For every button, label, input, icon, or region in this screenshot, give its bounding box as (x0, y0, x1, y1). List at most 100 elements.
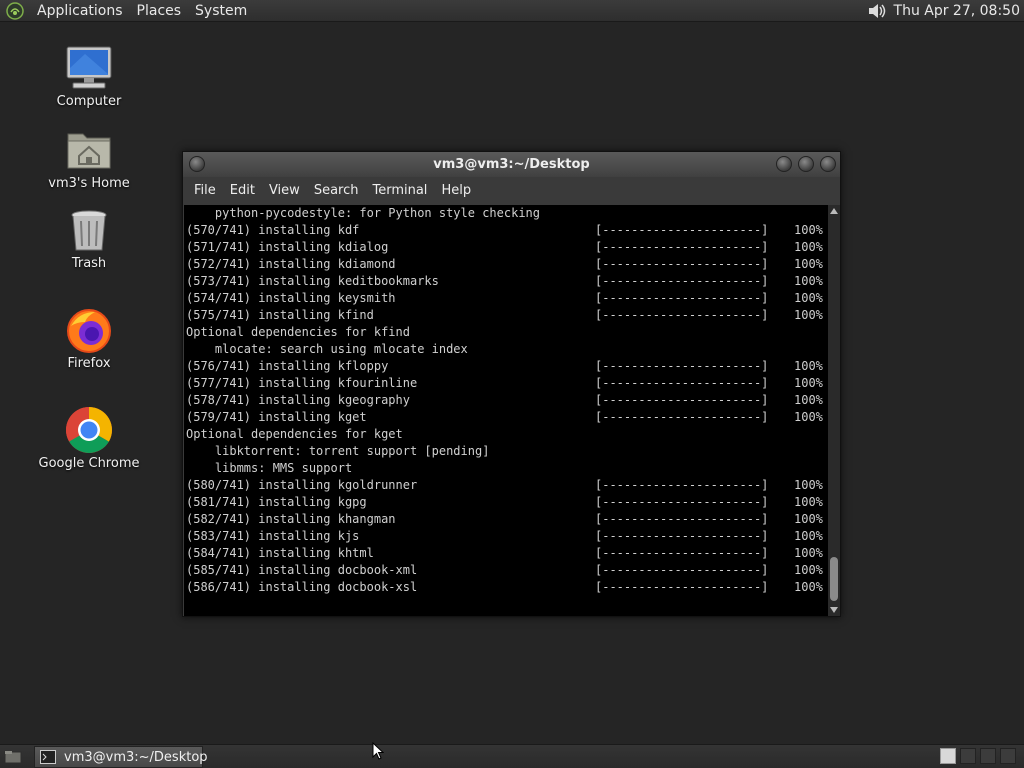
terminal-line: (571/741) installing kdialog [-----------… (186, 239, 828, 256)
terminal-line-text: (584/741) installing khtml (186, 546, 374, 560)
progress-percent: 100% (794, 546, 823, 560)
desktop-icon-label: vm3's Home (48, 176, 130, 191)
progress-bar-text: [----------------------] (595, 478, 769, 492)
terminal-output[interactable]: python-pycodestyle: for Python style che… (184, 205, 828, 616)
terminal-line: python-pycodestyle: for Python style che… (186, 205, 828, 222)
terminal-window[interactable]: vm3@vm3:~/Desktop File Edit View Search … (182, 151, 841, 617)
desktop-icon-trash[interactable]: Trash (29, 206, 149, 271)
terminal-line-text: libktorrent: torrent support [pending] (186, 444, 490, 458)
panel-tray: Thu Apr 27, 08:50 (864, 0, 1024, 22)
computer-icon (65, 44, 113, 92)
progress-bar-text: [----------------------] (595, 376, 769, 390)
terminal-line: (577/741) installing kfourinline [-------… (186, 375, 828, 392)
top-panel: Applications Places System Thu Apr 27, 0… (0, 0, 1024, 22)
progress-percent: 100% (794, 495, 823, 509)
terminal-line: (581/741) installing kgpg [--------------… (186, 494, 828, 511)
applications-menu[interactable]: Applications (30, 0, 130, 22)
progress-percent: 100% (794, 580, 823, 594)
terminal-icon (40, 750, 56, 764)
chrome-icon (65, 406, 113, 454)
home-folder-icon (65, 126, 113, 174)
volume-icon[interactable] (864, 0, 890, 22)
terminal-line: (582/741) installing khangman [----------… (186, 511, 828, 528)
progress-percent: 100% (794, 563, 823, 577)
show-desktop-icon[interactable] (3, 748, 23, 766)
bottom-panel: vm3@vm3:~/Desktop (0, 744, 1024, 768)
progress-bar-text: [----------------------] (595, 410, 769, 424)
terminal-line: Optional dependencies for kget (186, 426, 828, 443)
workspace-4[interactable] (1000, 748, 1016, 764)
progress-bar-text: [----------------------] (595, 512, 769, 526)
clock[interactable]: Thu Apr 27, 08:50 (894, 3, 1024, 19)
terminal-line-text: (583/741) installing kjs (186, 529, 360, 543)
window-title: vm3@vm3:~/Desktop (433, 157, 590, 172)
progress-bar-text: [----------------------] (595, 563, 769, 577)
terminal-line-text: (573/741) installing keditbookmarks (186, 274, 439, 288)
mouse-pointer-icon (372, 741, 385, 764)
firefox-icon (65, 306, 113, 354)
terminal-line-text: (579/741) installing kget (186, 410, 367, 424)
menu-view[interactable]: View (262, 177, 307, 205)
maximize-button[interactable] (798, 156, 814, 172)
taskbar-terminal-button[interactable]: vm3@vm3:~/Desktop (34, 746, 208, 768)
workspace-1[interactable] (940, 748, 956, 764)
terminal-line-text: Optional dependencies for kfind (186, 325, 410, 339)
terminal-line: (586/741) installing docbook-xsl [-------… (186, 579, 828, 596)
menu-search[interactable]: Search (307, 177, 366, 205)
terminal-line: mlocate: search using mlocate index (186, 341, 828, 358)
workspace-2[interactable] (960, 748, 976, 764)
taskbar-button-label: vm3@vm3:~/Desktop (64, 749, 208, 765)
desktop-icon-label: Computer (56, 94, 122, 109)
menu-edit[interactable]: Edit (223, 177, 262, 205)
scrollbar-thumb[interactable] (830, 557, 838, 601)
terminal-line: (578/741) installing kgeography [--------… (186, 392, 828, 409)
menu-help[interactable]: Help (434, 177, 478, 205)
progress-percent: 100% (794, 291, 823, 305)
menu-terminal[interactable]: Terminal (365, 177, 434, 205)
progress-bar-text: [----------------------] (595, 308, 769, 322)
terminal-line-text: python-pycodestyle: for Python style che… (186, 206, 541, 220)
terminal-line: (579/741) installing kget [--------------… (186, 409, 828, 426)
desktop-icon-label: Firefox (67, 356, 111, 371)
workspace-3[interactable] (980, 748, 996, 764)
terminal-line: Optional dependencies for kfind (186, 324, 828, 341)
terminal-line: libmms: MMS support (186, 460, 828, 477)
terminal-menubar: File Edit View Search Terminal Help (183, 177, 840, 205)
terminal-line-text: (575/741) installing kfind (186, 308, 374, 322)
window-titlebar[interactable]: vm3@vm3:~/Desktop (183, 152, 840, 177)
system-menu[interactable]: System (188, 0, 254, 22)
progress-bar-text: [----------------------] (595, 240, 769, 254)
terminal-line-text: (576/741) installing kfloppy (186, 359, 389, 373)
desktop-icon-chrome[interactable]: Google Chrome (29, 406, 149, 471)
terminal-line: (570/741) installing kdf [---------------… (186, 222, 828, 239)
terminal-line: (575/741) installing kfind [-------------… (186, 307, 828, 324)
terminal-line-text: libmms: MMS support (186, 461, 353, 475)
places-menu[interactable]: Places (130, 0, 189, 22)
trash-icon (65, 206, 113, 254)
terminal-line: (572/741) installing kdiamond [----------… (186, 256, 828, 273)
desktop-icon-computer[interactable]: Computer (29, 44, 149, 109)
terminal-line-text: (577/741) installing kfourinline (186, 376, 418, 390)
terminal-line-text: (582/741) installing khangman (186, 512, 396, 526)
terminal-scrollbar[interactable] (828, 205, 840, 616)
progress-percent: 100% (794, 512, 823, 526)
menu-file[interactable]: File (187, 177, 223, 205)
gnome-foot-icon[interactable] (4, 0, 26, 22)
desktop-icon-firefox[interactable]: Firefox (29, 306, 149, 371)
terminal-line: (585/741) installing docbook-xml [-------… (186, 562, 828, 579)
desktop-icon-home[interactable]: vm3's Home (29, 126, 149, 191)
scroll-down-arrow-icon[interactable] (830, 607, 838, 613)
terminal-line-text: (585/741) installing docbook-xml (186, 563, 418, 577)
progress-percent: 100% (794, 376, 823, 390)
progress-percent: 100% (794, 240, 823, 254)
terminal-line-text: Optional dependencies for kget (186, 427, 403, 441)
progress-bar-text: [----------------------] (595, 529, 769, 543)
progress-percent: 100% (794, 393, 823, 407)
progress-bar-text: [----------------------] (595, 393, 769, 407)
minimize-button[interactable] (776, 156, 792, 172)
window-menu-button[interactable] (189, 156, 205, 172)
terminal-line: (573/741) installing keditbookmarks [----… (186, 273, 828, 290)
scroll-up-arrow-icon[interactable] (830, 208, 838, 214)
close-button[interactable] (820, 156, 836, 172)
terminal-line: (574/741) installing keysmith [----------… (186, 290, 828, 307)
